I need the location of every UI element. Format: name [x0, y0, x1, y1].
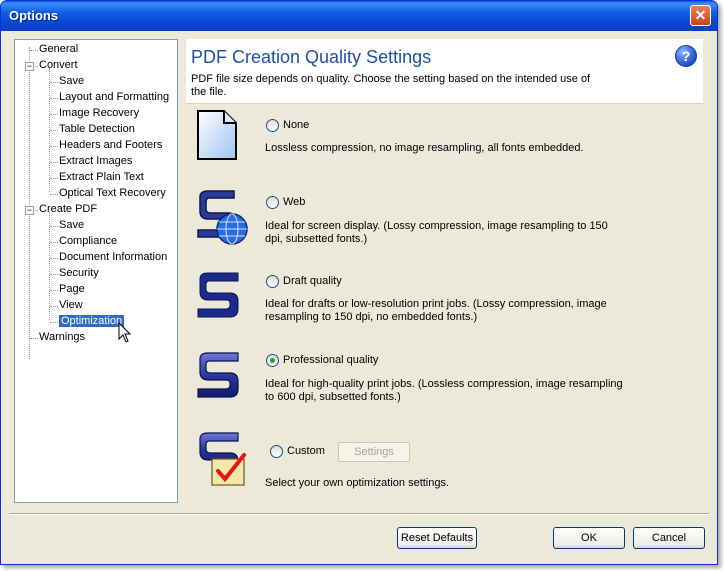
radio-professional[interactable] — [266, 354, 279, 367]
tree-connector — [50, 114, 58, 115]
tree-connector — [50, 146, 58, 147]
tree-item-label: Extract Plain Text — [59, 171, 144, 183]
web-globe-icon — [197, 190, 248, 245]
tree-item[interactable]: Create PDF — [39, 202, 97, 217]
tree-connector — [50, 178, 58, 179]
tree-item[interactable]: Save — [59, 74, 84, 89]
tree-item[interactable]: Optimization — [59, 314, 125, 329]
tree-connector — [50, 194, 58, 195]
option-professional-desc: Ideal for high-quality print jobs. (Loss… — [265, 378, 623, 403]
radio-draft[interactable] — [266, 275, 279, 288]
tree-item-label: Save — [59, 219, 85, 231]
options-dialog: Options ✕ General Convert − Save Layout and … — [0, 0, 718, 565]
tree-root-line — [29, 47, 30, 359]
tree-item-label: Convert — [39, 59, 78, 71]
window-title: Options — [9, 8, 59, 23]
tree-item[interactable]: Layout and Formatting — [59, 90, 169, 105]
tree-item-label: Image Recovery — [59, 107, 140, 119]
tree-connector — [50, 258, 58, 259]
tree-item-label: Security — [59, 267, 99, 279]
tree-item-label: Save — [59, 75, 85, 87]
tree-createpdf-line — [49, 212, 50, 320]
tree-item-label: Document Information — [59, 251, 168, 263]
tree-connector — [50, 98, 58, 99]
tree-item-label: Create PDF — [39, 203, 98, 215]
options-tree: General Convert − Save Layout and Formatting… — [14, 39, 178, 503]
settings-button[interactable]: Settings — [338, 442, 410, 462]
tree-connector — [50, 162, 58, 163]
tree-item-label: View — [59, 299, 83, 311]
radio-none[interactable] — [266, 119, 279, 132]
option-custom-desc: Select your own optimization settings. — [265, 477, 450, 489]
tree-item-label: Optimization — [59, 315, 125, 327]
tree-item[interactable]: Page — [59, 282, 85, 297]
tree-item[interactable]: Security — [59, 266, 99, 281]
tree-item-label: Optical Text Recovery — [59, 187, 166, 199]
tree-item-label: General — [39, 43, 79, 55]
title-bar[interactable]: Options ✕ — [1, 1, 717, 31]
tree-item-label: Table Detection — [59, 123, 135, 135]
radio-custom[interactable] — [270, 445, 283, 458]
tree-item[interactable]: Document Information — [59, 250, 167, 265]
option-professional-label: Professional quality — [283, 354, 379, 366]
tree-item[interactable]: Image Recovery — [59, 106, 139, 121]
tree-item[interactable]: Optical Text Recovery — [59, 186, 166, 201]
tree-connector — [30, 50, 38, 51]
panel-header: PDF Creation Quality Settings PDF file s… — [186, 39, 703, 104]
help-icon[interactable]: ? — [675, 45, 697, 67]
custom-checkmark-icon — [199, 432, 246, 486]
tree-item[interactable]: View — [59, 298, 83, 313]
tree-item[interactable]: General — [39, 42, 78, 57]
tree-connector — [50, 322, 58, 323]
tree-connector — [50, 242, 58, 243]
tree-connector — [50, 226, 58, 227]
tree-item-label: Warnings — [39, 331, 86, 343]
option-custom-label: Custom — [287, 445, 325, 457]
professional-s-icon — [197, 352, 239, 398]
tree-item-label: Compliance — [59, 235, 118, 247]
tree-item[interactable]: Extract Plain Text — [59, 170, 144, 185]
option-web-label: Web — [283, 196, 306, 208]
tree-connector — [30, 338, 38, 339]
close-icon: ✕ — [694, 7, 707, 23]
tree-item[interactable]: Table Detection — [59, 122, 135, 137]
option-draft-desc: Ideal for drafts or low-resolution print… — [265, 298, 607, 323]
close-button[interactable]: ✕ — [690, 5, 711, 26]
tree-item-label: Page — [59, 283, 85, 295]
option-draft-label: Draft quality — [283, 275, 342, 287]
tree-item[interactable]: Convert — [39, 58, 78, 73]
dialog-client: General Convert − Save Layout and Formatting… — [5, 31, 713, 562]
quality-settings-panel: PDF Creation Quality Settings PDF file s… — [186, 39, 703, 503]
page-title: PDF Creation Quality Settings — [191, 47, 432, 67]
radio-web[interactable] — [266, 196, 279, 209]
tree-item-label: Layout and Formatting — [59, 91, 170, 103]
tree-connector — [50, 274, 58, 275]
tree-item-label: Headers and Footers — [59, 139, 163, 151]
tree-item-label: Extract Images — [59, 155, 133, 167]
tree-connector — [50, 82, 58, 83]
page-description: PDF file size depends on quality. Choose… — [191, 73, 591, 98]
tree-collapse-icon[interactable]: − — [25, 62, 34, 71]
tree-item[interactable]: Extract Images — [59, 154, 132, 169]
tree-connector — [50, 306, 58, 307]
option-none-label: None — [283, 119, 310, 131]
tree-connector — [50, 290, 58, 291]
cancel-button[interactable]: Cancel — [633, 527, 705, 549]
option-web-desc: Ideal for screen display. (Lossy compres… — [265, 220, 608, 245]
blank-document-icon — [197, 110, 237, 160]
mouse-cursor-icon — [118, 322, 132, 343]
option-none-desc: Lossless compression, no image resamplin… — [265, 142, 584, 154]
reset-defaults-button[interactable]: Reset Defaults — [397, 527, 477, 549]
tree-item[interactable]: Headers and Footers — [59, 138, 162, 153]
tree-item[interactable]: Save — [59, 218, 84, 233]
tree-item[interactable]: Warnings — [39, 330, 85, 345]
tree-connector — [50, 130, 58, 131]
tree-collapse-icon[interactable]: − — [25, 206, 34, 215]
tree-item[interactable]: Compliance — [59, 234, 117, 249]
footer-separator — [9, 513, 709, 515]
draft-s-icon — [197, 272, 239, 318]
ok-button[interactable]: OK — [553, 527, 625, 549]
